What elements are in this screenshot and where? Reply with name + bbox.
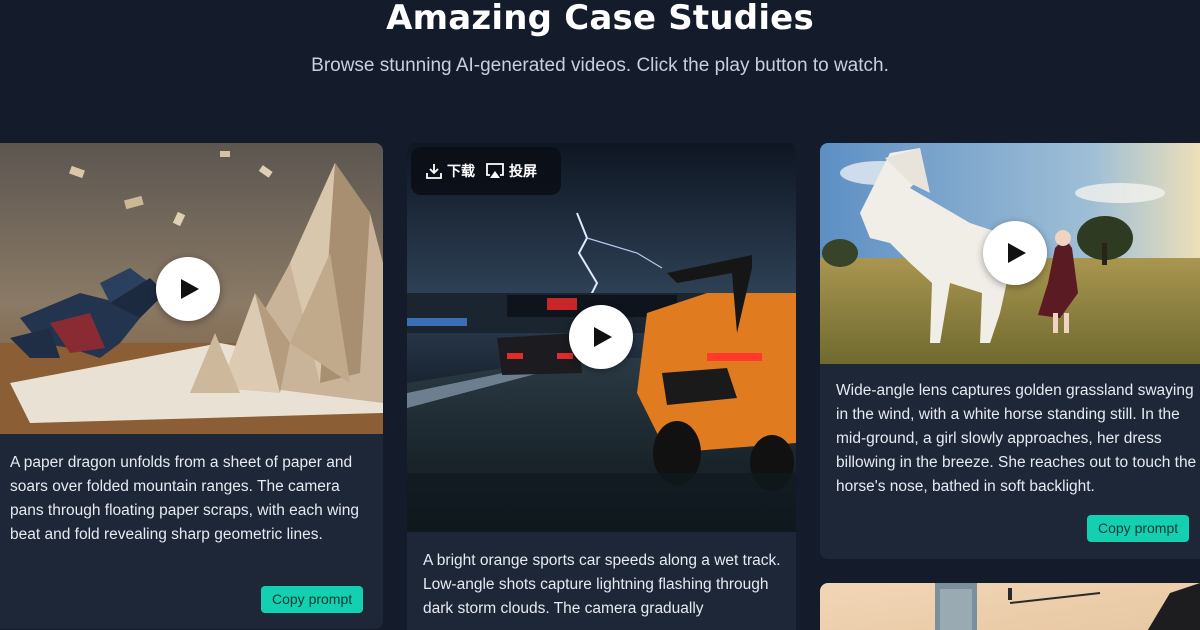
play-button[interactable] (569, 305, 633, 369)
page-title: Amazing Case Studies (386, 0, 814, 38)
case-card-white-horse: Wide-angle lens captures golden grasslan… (820, 143, 1200, 559)
cast-screen-icon (486, 163, 504, 178)
play-icon (181, 279, 199, 299)
play-button[interactable] (156, 257, 220, 321)
download-icon (426, 164, 442, 179)
play-icon (1008, 243, 1026, 263)
video-toolbar: 下载 投屏 (411, 147, 561, 195)
case-card-sports-car: 下载 投屏 A bright orange sports car speeds … (407, 143, 796, 630)
copy-prompt-button[interactable]: Copy prompt (1087, 515, 1190, 542)
case-description: Wide-angle lens captures golden grasslan… (836, 382, 1197, 495)
case-card-paper-dragon: A paper dragon unfolds from a sheet of p… (0, 143, 383, 629)
download-label: 下载 (447, 163, 475, 179)
video-thumbnail[interactable] (820, 583, 1200, 630)
cast-label: 投屏 (509, 163, 537, 179)
video-thumbnail[interactable] (0, 143, 383, 434)
case-description: A paper dragon unfolds from a sheet of p… (10, 454, 359, 543)
play-button[interactable] (983, 221, 1047, 285)
video-thumbnail[interactable] (820, 143, 1200, 364)
copy-prompt-button[interactable]: Copy prompt (261, 586, 364, 613)
video-thumbnail[interactable]: 下载 投屏 (407, 143, 796, 532)
cast-button[interactable]: 投屏 (485, 161, 537, 181)
case-card-city-street (820, 583, 1200, 630)
download-button[interactable]: 下载 (425, 161, 475, 181)
city-street-image (820, 583, 1200, 630)
page-subtitle: Browse stunning AI-generated videos. Cli… (311, 55, 889, 76)
case-description: A bright orange sports car speeds along … (423, 552, 781, 617)
play-icon (594, 327, 612, 347)
